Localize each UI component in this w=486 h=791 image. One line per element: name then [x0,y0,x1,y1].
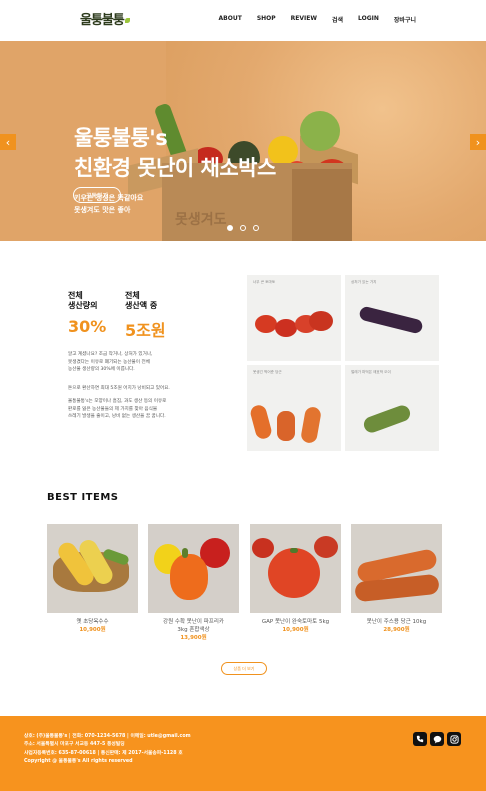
product-price: 13,900원 [180,635,207,641]
company-info: 상호: (주)울퉁불퉁's | 전화: 070-1234-5678 | 이메일:… [24,734,191,765]
cabbage [300,111,340,151]
intro-text: 알고 계셨나요? 조금 작거나, 상처가 있거나, 못생겼다는 이유로 폐기되는… [68,352,153,372]
photo-eggplant: 상처가 있는 가지 [345,275,439,361]
product-card[interactable]: GAP 못난이 완숙토마토 5kg 10,900원 [250,524,341,634]
product-name[interactable]: GAP 못난이 완숙토마토 5kg [250,618,341,626]
box-print: 못생겨도 [175,212,227,228]
product-price: 10,900원 [79,627,106,633]
stat-value: 5조원 [125,321,166,340]
site-header: 울퉁불퉁 ABOUT SHOP REVIEW 검색 LOGIN 장바구니 [0,0,486,40]
photo-tomato: 너무 큰 토마토 [247,275,341,361]
chat-icon[interactable] [430,732,444,746]
nav-cart[interactable]: 장바구니 [394,15,416,24]
social-links [413,732,461,746]
nav-login[interactable]: LOGIN [358,15,379,24]
more-products-button[interactable]: 상품 더 보기 [221,662,267,675]
prev-slide-icon[interactable]: ‹ [0,134,16,150]
subscribe-button[interactable]: 구독하기 [73,187,121,203]
hero-banner: 못생겨도 울퉁불퉁's 친환경 못난이 채소박스 키우는 정성은 똑같아요 못생… [0,41,486,241]
leaf-icon [124,18,130,23]
slide-dot[interactable] [227,225,233,231]
phone-icon[interactable] [413,732,427,746]
hero-title: 울퉁불퉁's 친환경 못난이 채소박스 [74,126,276,180]
product-image[interactable] [351,524,442,613]
nav-search[interactable]: 검색 [332,15,343,24]
product-card[interactable]: 옛 초당옥수수 10,900원 [47,524,138,634]
photo-carrot: 못생긴 찍어준 당근 [247,365,341,451]
product-name[interactable]: 강원 수확 못난이 파프리카 3kg 혼합색상 [148,618,239,634]
nav-about[interactable]: ABOUT [219,15,242,24]
photo-zucchini: 벌레가 파먹은 애호박 오이 [345,365,439,451]
product-image[interactable] [47,524,138,613]
stat-label: 전체 생산액 중 [125,291,158,310]
product-price: 10,900원 [282,627,309,633]
nav-review[interactable]: REVIEW [291,15,317,24]
instagram-icon[interactable] [447,732,461,746]
best-items-title: BEST ITEMS [47,492,119,503]
ugly-produce-gallery: 너무 큰 토마토 상처가 있는 가지 못생긴 찍어준 당근 벌레가 파먹은 애호… [247,275,441,451]
slide-indicators [227,225,259,231]
stat-value: 30% [68,317,107,336]
stat-label: 전체 생산량의 [68,291,98,310]
product-image[interactable] [148,524,239,613]
intro-text: 돈으로 환산하면 최대 5조원 어치가 낭비되고 있어요. [68,386,170,391]
product-name[interactable]: 못난이 주스용 당근 10kg [351,618,442,626]
nav-shop[interactable]: SHOP [257,15,276,24]
site-footer: 상호: (주)울퉁불퉁's | 전화: 070-1234-5678 | 이메일:… [0,716,486,791]
product-name[interactable]: 옛 초당옥수수 [47,618,138,626]
next-slide-icon[interactable]: › [470,134,486,150]
intro-text: 울퉁불퉁's는 모양이나 흠짐, 과도 생산 등의 이유로 판로를 잃은 농산물… [68,399,167,419]
product-card[interactable]: 강원 수확 못난이 파프리카 3kg 혼합색상 13,900원 [148,524,239,642]
product-image[interactable] [250,524,341,613]
slide-dot[interactable] [253,225,259,231]
product-card[interactable]: 못난이 주스용 당근 10kg 28,900원 [351,524,442,634]
slide-dot[interactable] [240,225,246,231]
main-nav: ABOUT SHOP REVIEW 검색 LOGIN 장바구니 [219,15,416,24]
logo[interactable]: 울퉁불퉁 [80,9,130,28]
product-price: 28,900원 [383,627,410,633]
